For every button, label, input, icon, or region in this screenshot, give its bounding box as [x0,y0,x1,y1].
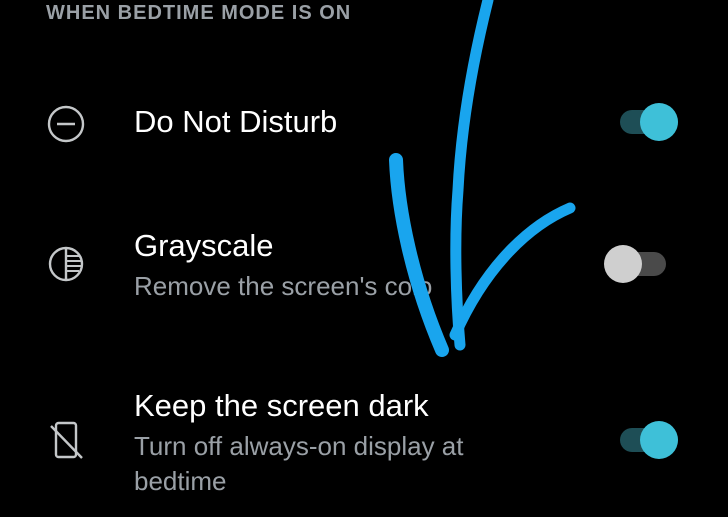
toggle-thumb [640,103,678,141]
keep-screen-dark-toggle[interactable] [618,420,680,460]
setting-subtitle: Turn off always-on display at bedtime [134,431,464,496]
setting-row-keep-screen-dark[interactable]: Keep the screen dark Turn off always-on … [0,384,728,514]
setting-title: Grayscale [134,228,274,263]
phone-off-icon [46,420,86,460]
do-not-disturb-icon [46,104,86,144]
setting-title: Keep the screen dark [134,388,429,423]
toggle-thumb [604,245,642,283]
setting-title: Do Not Disturb [134,104,338,139]
grayscale-icon [46,244,86,284]
setting-subtitle: Remove the screen's colo [134,271,433,301]
toggle-thumb [640,421,678,459]
grayscale-toggle[interactable] [604,244,666,284]
setting-row-grayscale[interactable]: Grayscale Remove the screen's colo [0,222,728,312]
section-header: WHEN BEDTIME MODE IS ON [46,2,352,24]
setting-row-do-not-disturb[interactable]: Do Not Disturb [0,92,728,162]
do-not-disturb-toggle[interactable] [618,102,680,142]
